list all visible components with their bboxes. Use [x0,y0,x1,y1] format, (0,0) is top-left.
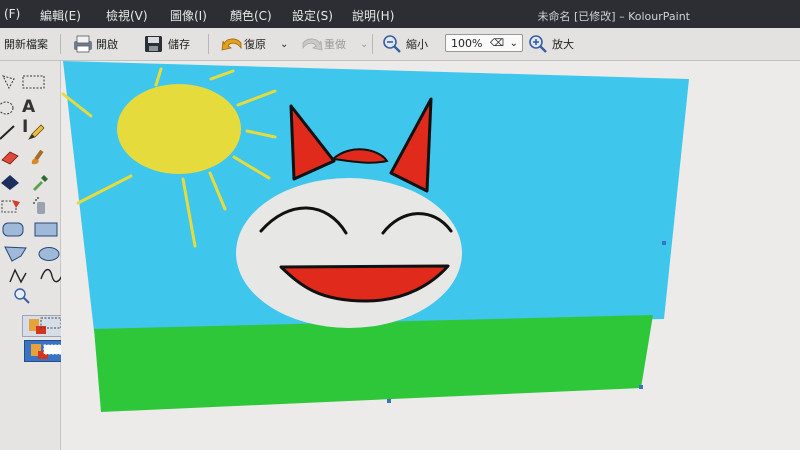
save-label: 儲存 [168,38,190,51]
menu-bar: (F) 編輯(E) 檢視(V) 圖像(I) 顏色(C) 設定(S) 說明(H) … [0,0,800,28]
redo-label: 重做 [324,38,346,51]
drawing-canvas[interactable] [61,61,800,450]
canvas-area[interactable] [61,61,800,450]
window-title: 未命名 [已修改] – KolourPaint [537,10,690,23]
redo-button[interactable]: 重做 ⌄ [300,33,368,55]
chevron-down-icon[interactable]: ⌄ [360,39,368,50]
ellipse-select-icon[interactable] [0,99,22,119]
curve-icon[interactable] [40,267,64,287]
menu-help[interactable]: 說明(H) [352,7,394,24]
open-label: 開啟 [96,38,118,51]
rectangle-icon[interactable] [34,221,58,241]
color-eraser-icon[interactable] [0,198,22,218]
menu-edit[interactable]: 編輯(E) [40,7,81,24]
clear-field-icon[interactable]: ⌫ [490,35,504,53]
zoom-tool-icon[interactable] [12,287,34,307]
eraser-icon[interactable] [0,149,22,169]
save-button[interactable]: 儲存 [144,33,190,55]
sun [117,84,241,174]
color-picker-icon[interactable] [30,172,52,192]
rect-select-icon[interactable] [22,74,45,94]
printer-icon [72,35,92,53]
menu-image[interactable]: 圖像(I) [170,7,207,24]
zoom-out-button[interactable]: 縮小 [382,33,428,55]
magnifier-minus-icon [382,35,402,53]
resize-handle-bottom [387,399,391,403]
polygon-icon[interactable] [4,245,27,265]
menu-view[interactable]: 檢視(V) [106,7,148,24]
undo-arrow-icon [220,35,242,53]
magnifier-plus-icon [528,35,548,53]
menu-file[interactable]: (F) [4,7,20,21]
undo-button[interactable]: 復原 ⌄ [220,33,288,55]
new-label: 開新檔案 [4,38,48,51]
open-button[interactable]: 開啟 [72,33,118,55]
opaque-selection-icon[interactable] [22,315,66,337]
rounded-rect-icon[interactable] [2,221,24,241]
cat-face [236,178,462,328]
toolbar-separator [60,34,61,54]
menu-settings[interactable]: 設定(S) [292,7,333,24]
zoom-out-label: 縮小 [406,38,428,51]
resize-handle-corner [639,385,643,389]
fill-bucket-icon[interactable] [0,173,22,193]
ellipse-icon[interactable] [38,245,60,265]
chevron-down-icon[interactable]: ⌄ [280,39,288,50]
spraycan-icon[interactable] [32,196,54,216]
new-button[interactable]: 開新檔案 [4,33,48,55]
zoom-in-label: 放大 [552,38,574,51]
main-toolbar: 開新檔案 開啟 儲存 復原 ⌄ 重做 ⌄ 縮小 100% ⌫ ⌄ 放大 [0,28,800,61]
tool-box: A I [0,61,70,450]
polyline-icon[interactable] [8,267,30,287]
grass-region [94,315,653,412]
toolbar-separator [372,34,373,54]
zoom-in-button[interactable]: 放大 [528,33,574,55]
chevron-down-icon[interactable]: ⌄ [510,35,518,53]
menu-colors[interactable]: 顏色(C) [230,7,272,24]
brush-icon[interactable] [28,147,50,167]
zoom-level-select[interactable]: 100% ⌫ ⌄ [445,34,523,52]
zoom-level-value: 100% [451,37,483,50]
floppy-disk-icon [144,35,164,53]
toolbar-separator [208,34,209,54]
free-select-icon[interactable] [0,73,22,93]
resize-handle-right [662,241,666,245]
redo-arrow-icon [300,35,323,53]
pencil-icon[interactable] [26,122,48,142]
line-tool-icon[interactable] [0,123,22,143]
undo-label: 復原 [244,38,266,51]
text-tool-icon[interactable]: A I [22,97,44,137]
